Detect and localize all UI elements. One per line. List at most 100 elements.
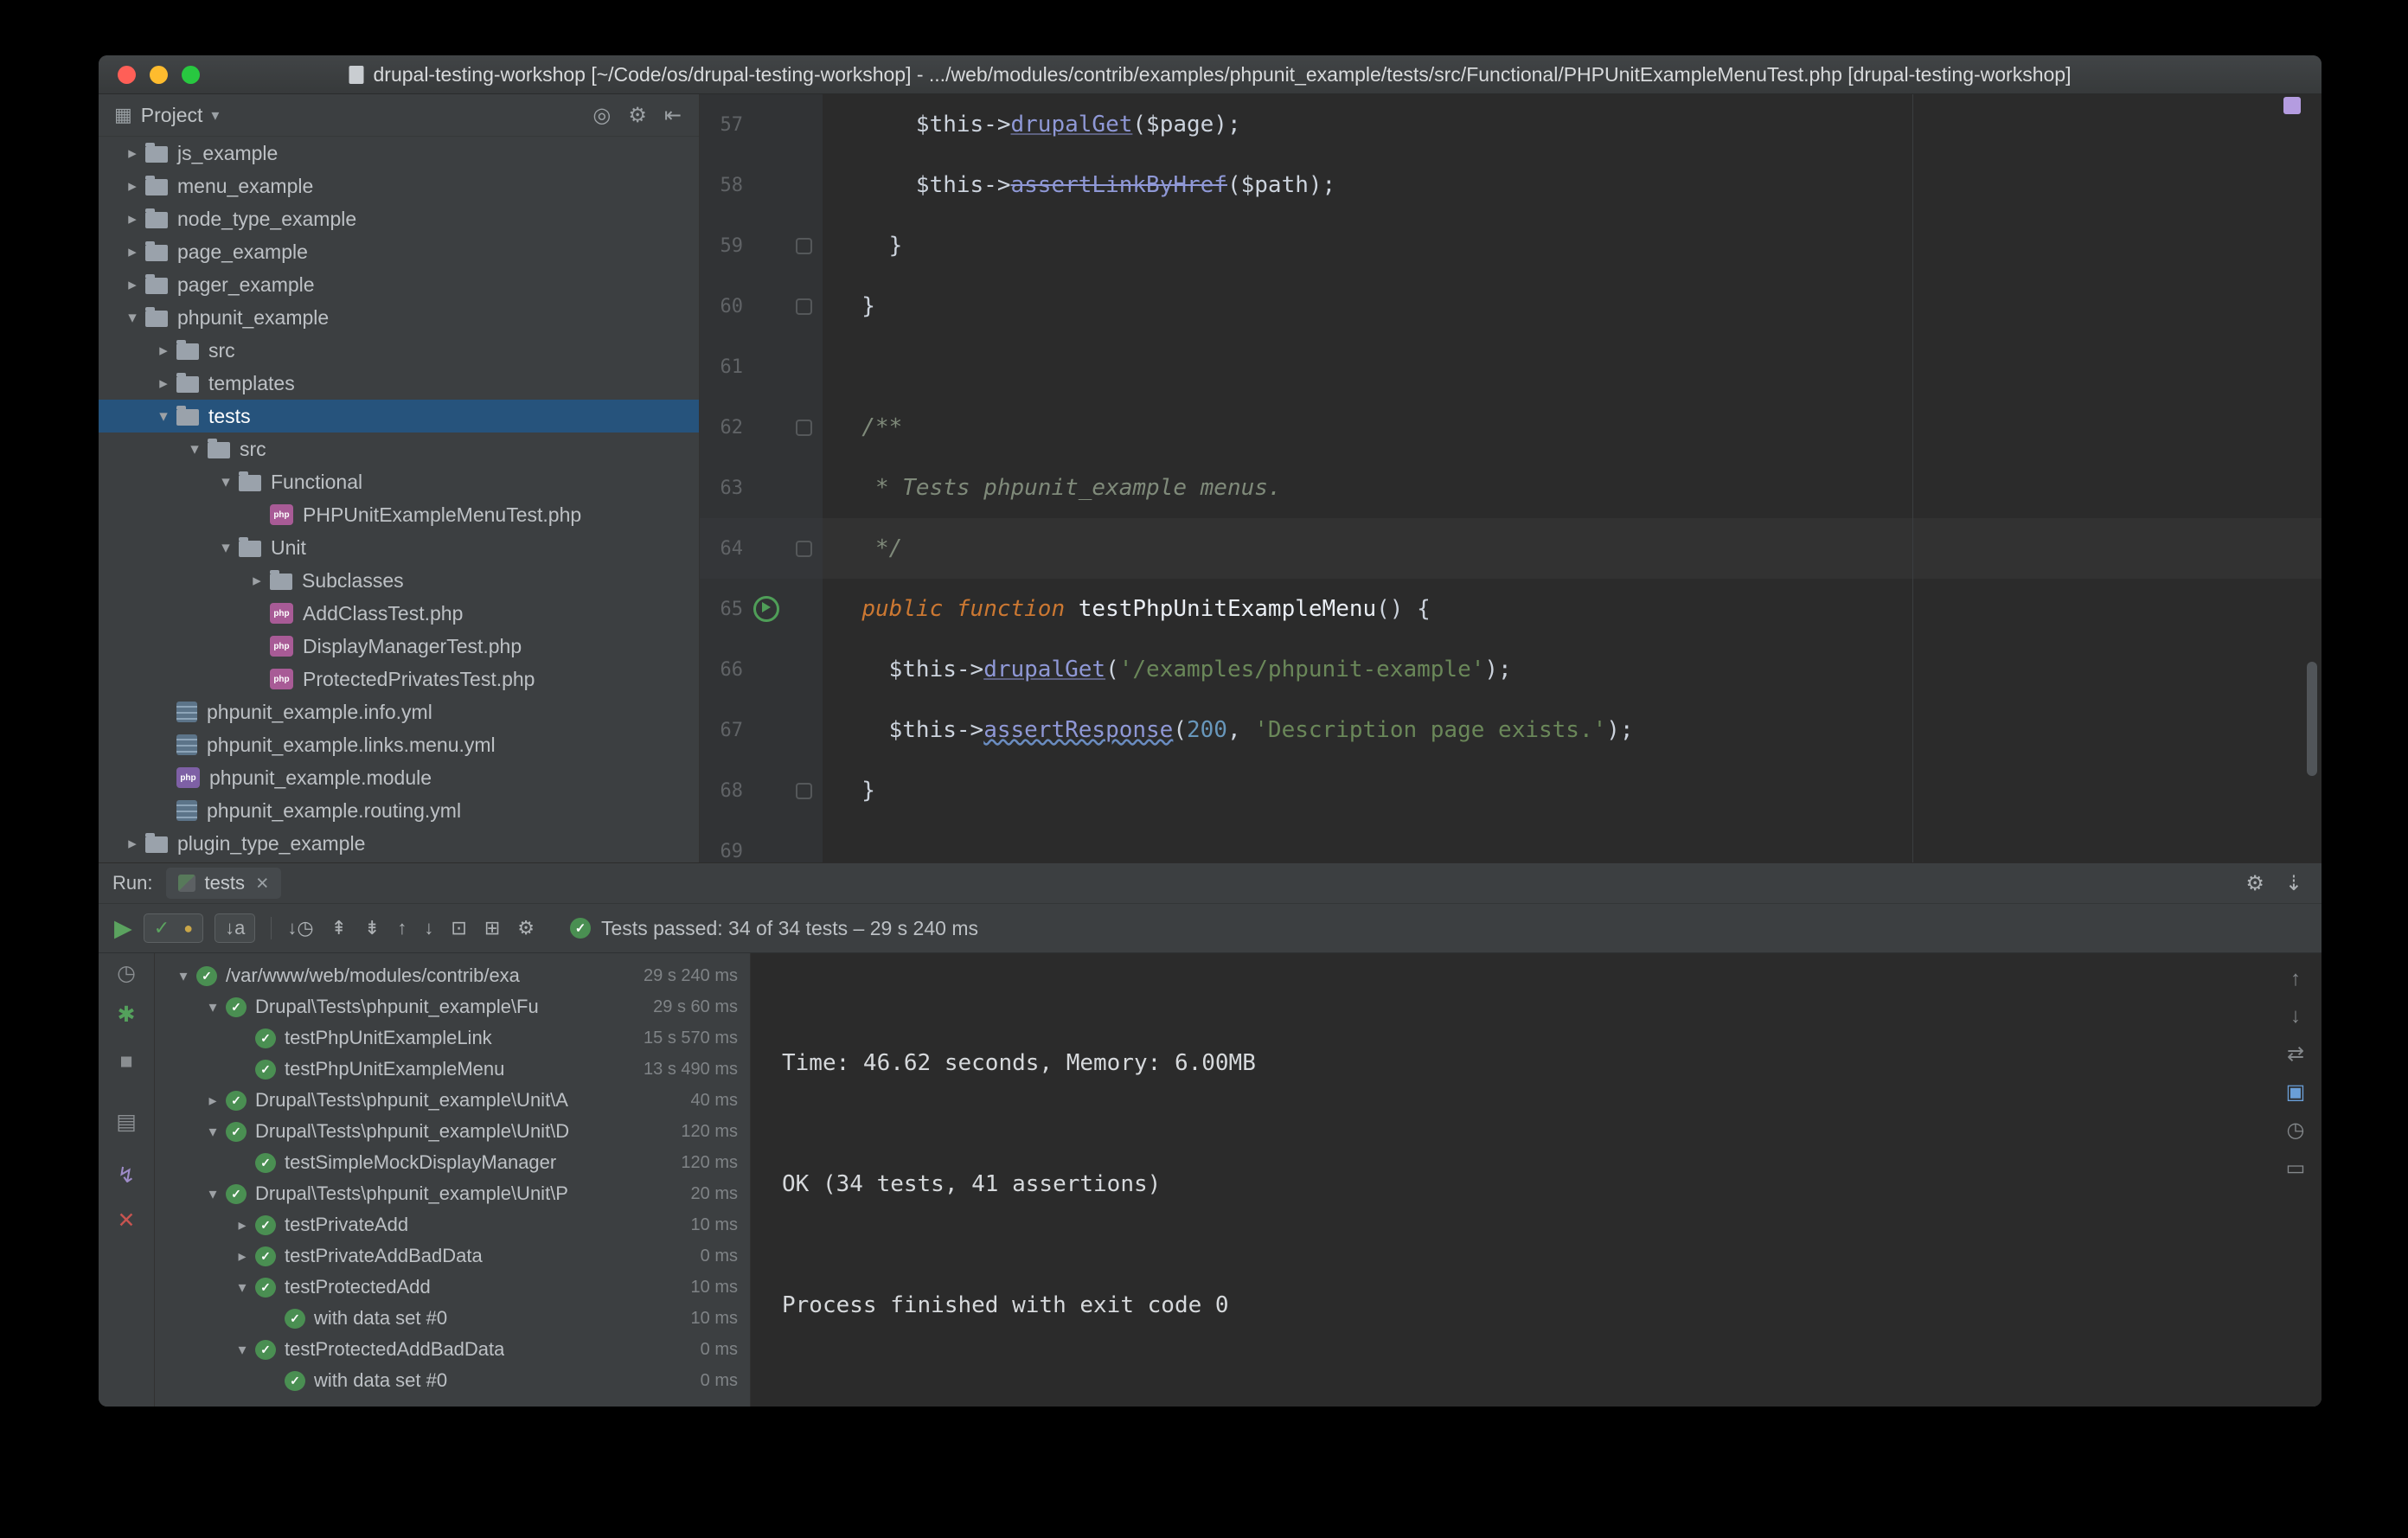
hide-panel-icon[interactable]: ⇤: [664, 104, 682, 127]
previous-failed-test-icon[interactable]: ↑: [397, 917, 407, 939]
settings-icon[interactable]: ⚙: [628, 104, 647, 127]
scroll-to-top-icon[interactable]: ↑: [2290, 967, 2301, 991]
chevron-expanded-icon[interactable]: ▾: [229, 1278, 255, 1297]
chevron-expanded-icon[interactable]: ▾: [119, 308, 145, 328]
console-pane[interactable]: Time: 46.62 seconds, Memory: 6.00MB OK (…: [751, 953, 2322, 1407]
close-tab-icon[interactable]: ×: [256, 871, 269, 896]
test-tree-item[interactable]: ▸ ✓ testPrivateAddBadData 0 ms: [155, 1240, 750, 1272]
chevron-collapsed-icon[interactable]: ▸: [119, 242, 145, 262]
hide-panel-icon[interactable]: ⇣: [2285, 871, 2302, 896]
chevron-expanded-icon[interactable]: ▾: [213, 538, 239, 558]
fold-marker-icon[interactable]: [795, 237, 812, 254]
sort-alphabetically-icon[interactable]: ↓a: [225, 917, 245, 939]
project-tree-item[interactable]: ▾ src: [99, 433, 699, 465]
open-results-in-editor-icon[interactable]: ▣: [2286, 1080, 2306, 1105]
chevron-expanded-icon[interactable]: ▾: [200, 1185, 226, 1203]
chevron-expanded-icon[interactable]: ▾: [200, 998, 226, 1016]
chevron-expanded-icon[interactable]: ▾: [150, 407, 176, 426]
chevron-expanded-icon[interactable]: ▾: [213, 472, 239, 492]
code-line[interactable]: 67 $this-> assertResponse(200, 'Descripti…: [700, 700, 2322, 760]
project-tree-item[interactable]: phpunit_example.links.menu.yml: [99, 728, 699, 761]
chevron-collapsed-icon[interactable]: ▸: [150, 374, 176, 394]
test-tree-item[interactable]: ▾ ✓ testProtectedAddBadData 0 ms: [155, 1334, 750, 1365]
test-tree-item[interactable]: ✓ testPhpUnitExampleMenu 13 s 490 ms: [155, 1054, 750, 1085]
project-tree-item[interactable]: php ProtectedPrivatesTest.php: [99, 663, 699, 695]
project-tree-item[interactable]: php AddClassTest.php: [99, 597, 699, 630]
chevron-collapsed-icon[interactable]: ▸: [244, 571, 270, 591]
project-tree-item[interactable]: ▾ Functional: [99, 465, 699, 498]
code-line[interactable]: 64 */: [700, 518, 2322, 579]
project-tree-item[interactable]: ▸ menu_example: [99, 170, 699, 202]
minimize-window-button[interactable]: [150, 65, 168, 84]
locate-file-icon[interactable]: ◎: [592, 104, 611, 127]
close-icon[interactable]: ✕: [118, 1208, 136, 1234]
code-editor[interactable]: 57 $this-> drupalGet ($page); 58 $this-> ass…: [700, 94, 2322, 862]
fold-marker-icon[interactable]: [795, 419, 812, 436]
test-tree-item[interactable]: ✓ with data set #0 0 ms: [155, 1365, 750, 1396]
test-tree-item[interactable]: ▸ ✓ Drupal\Tests\phpunit_example\Unit\A 40 …: [155, 1085, 750, 1116]
code-line[interactable]: 61: [700, 336, 2322, 397]
settings-icon[interactable]: ⚙: [2245, 871, 2264, 896]
test-tree-item[interactable]: ▾ ✓ Drupal\Tests\phpunit_example\Unit\P 20 …: [155, 1178, 750, 1209]
console-history-icon[interactable]: ◷: [2287, 1118, 2305, 1143]
project-tree-item[interactable]: php DisplayManagerTest.php: [99, 630, 699, 663]
test-tree-item[interactable]: ▾ ✓ Drupal\Tests\phpunit_example\Unit\D 120…: [155, 1116, 750, 1147]
chevron-collapsed-icon[interactable]: ▸: [119, 834, 145, 854]
project-tree-item[interactable]: ▸ src: [99, 334, 699, 367]
project-tree-item[interactable]: ▸ Subclasses: [99, 564, 699, 597]
sort-by-duration-icon[interactable]: ↓◷: [287, 917, 313, 939]
chevron-collapsed-icon[interactable]: ▸: [119, 176, 145, 196]
project-tree-item[interactable]: ▸ node_type_example: [99, 202, 699, 235]
tab-tests[interactable]: tests ×: [166, 868, 281, 899]
project-tree-item[interactable]: php phpunit_example.module: [99, 761, 699, 794]
code-line[interactable]: 69: [700, 821, 2322, 862]
code-line[interactable]: 66 $this-> drupalGet('/examples/phpunit-e…: [700, 639, 2322, 700]
code-line[interactable]: 63 * Tests phpunit_example menus.: [700, 458, 2322, 518]
project-tree-item[interactable]: ▸ page_example: [99, 235, 699, 268]
test-tree-item[interactable]: ✓ testSimpleMockDisplayManager 120 ms: [155, 1147, 750, 1178]
import-test-results-icon[interactable]: ⊡: [451, 917, 466, 939]
fold-marker-icon[interactable]: [795, 782, 812, 799]
test-tree-item[interactable]: ▸ ✓ testPrivateAdd 10 ms: [155, 1209, 750, 1240]
close-window-button[interactable]: [118, 65, 136, 84]
code-line[interactable]: 68 }: [700, 760, 2322, 821]
collapse-all-icon[interactable]: ⇞: [331, 917, 347, 939]
chevron-expanded-icon[interactable]: ▾: [182, 439, 208, 459]
rerun-tests-icon[interactable]: ▶: [114, 915, 132, 942]
export-test-results-icon[interactable]: ⊞: [484, 917, 500, 939]
project-tree-item[interactable]: ▸ plugin_type_example: [99, 827, 699, 860]
zoom-window-button[interactable]: [182, 65, 200, 84]
project-tree-item[interactable]: php PHPUnitExampleMenuTest.php: [99, 498, 699, 531]
chevron-expanded-icon[interactable]: ▾: [229, 1341, 255, 1359]
run-test-icon[interactable]: [753, 596, 779, 622]
chevron-collapsed-icon[interactable]: ▸: [229, 1247, 255, 1266]
code-line[interactable]: 65 public function testPhpUnitExampleMen…: [700, 579, 2322, 639]
project-tree-item[interactable]: phpunit_example.routing.yml: [99, 794, 699, 827]
console-view-icon[interactable]: ▤: [116, 1109, 137, 1135]
project-tree-item[interactable]: phpunit_example.info.yml: [99, 695, 699, 728]
project-tree-item[interactable]: ▾ tests: [99, 400, 699, 433]
inspection-indicator[interactable]: [2283, 97, 2301, 114]
project-tree-item[interactable]: ▸ pager_example: [99, 268, 699, 301]
chevron-collapsed-icon[interactable]: ▸: [119, 275, 145, 295]
project-tree-item[interactable]: ▾ phpunit_example: [99, 301, 699, 334]
test-tree-item[interactable]: ▾ ✓ /var/www/web/modules/contrib/exa 29 s 2…: [155, 960, 750, 991]
plug-icon[interactable]: ↯: [118, 1163, 136, 1189]
code-line[interactable]: 57 $this-> drupalGet ($page);: [700, 94, 2322, 155]
titlebar[interactable]: drupal-testing-workshop [~/Code/os/drupa…: [99, 55, 2322, 94]
chevron-collapsed-icon[interactable]: ▸: [150, 341, 176, 361]
fold-marker-icon[interactable]: [795, 540, 812, 557]
project-tree-item[interactable]: ▸ js_example: [99, 137, 699, 170]
chevron-collapsed-icon[interactable]: ▸: [119, 209, 145, 229]
test-tree-item[interactable]: ▾ ✓ Drupal\Tests\phpunit_example\Fu 29 s 60…: [155, 991, 750, 1022]
fold-marker-icon[interactable]: [795, 298, 812, 315]
next-failed-test-icon[interactable]: ↓: [424, 917, 433, 939]
test-tree-item[interactable]: ✓ testPhpUnitExampleLink 15 s 570 ms: [155, 1022, 750, 1054]
project-tree-item[interactable]: ▸ templates: [99, 367, 699, 400]
show-ignored-icon[interactable]: ●: [183, 920, 193, 938]
editor-scrollbar[interactable]: [2307, 662, 2317, 776]
project-panel-title[interactable]: Project: [141, 104, 203, 127]
expand-all-icon[interactable]: ⇟: [364, 917, 380, 939]
clear-all-icon[interactable]: ▭: [2286, 1156, 2306, 1181]
chevron-collapsed-icon[interactable]: ▸: [229, 1216, 255, 1234]
